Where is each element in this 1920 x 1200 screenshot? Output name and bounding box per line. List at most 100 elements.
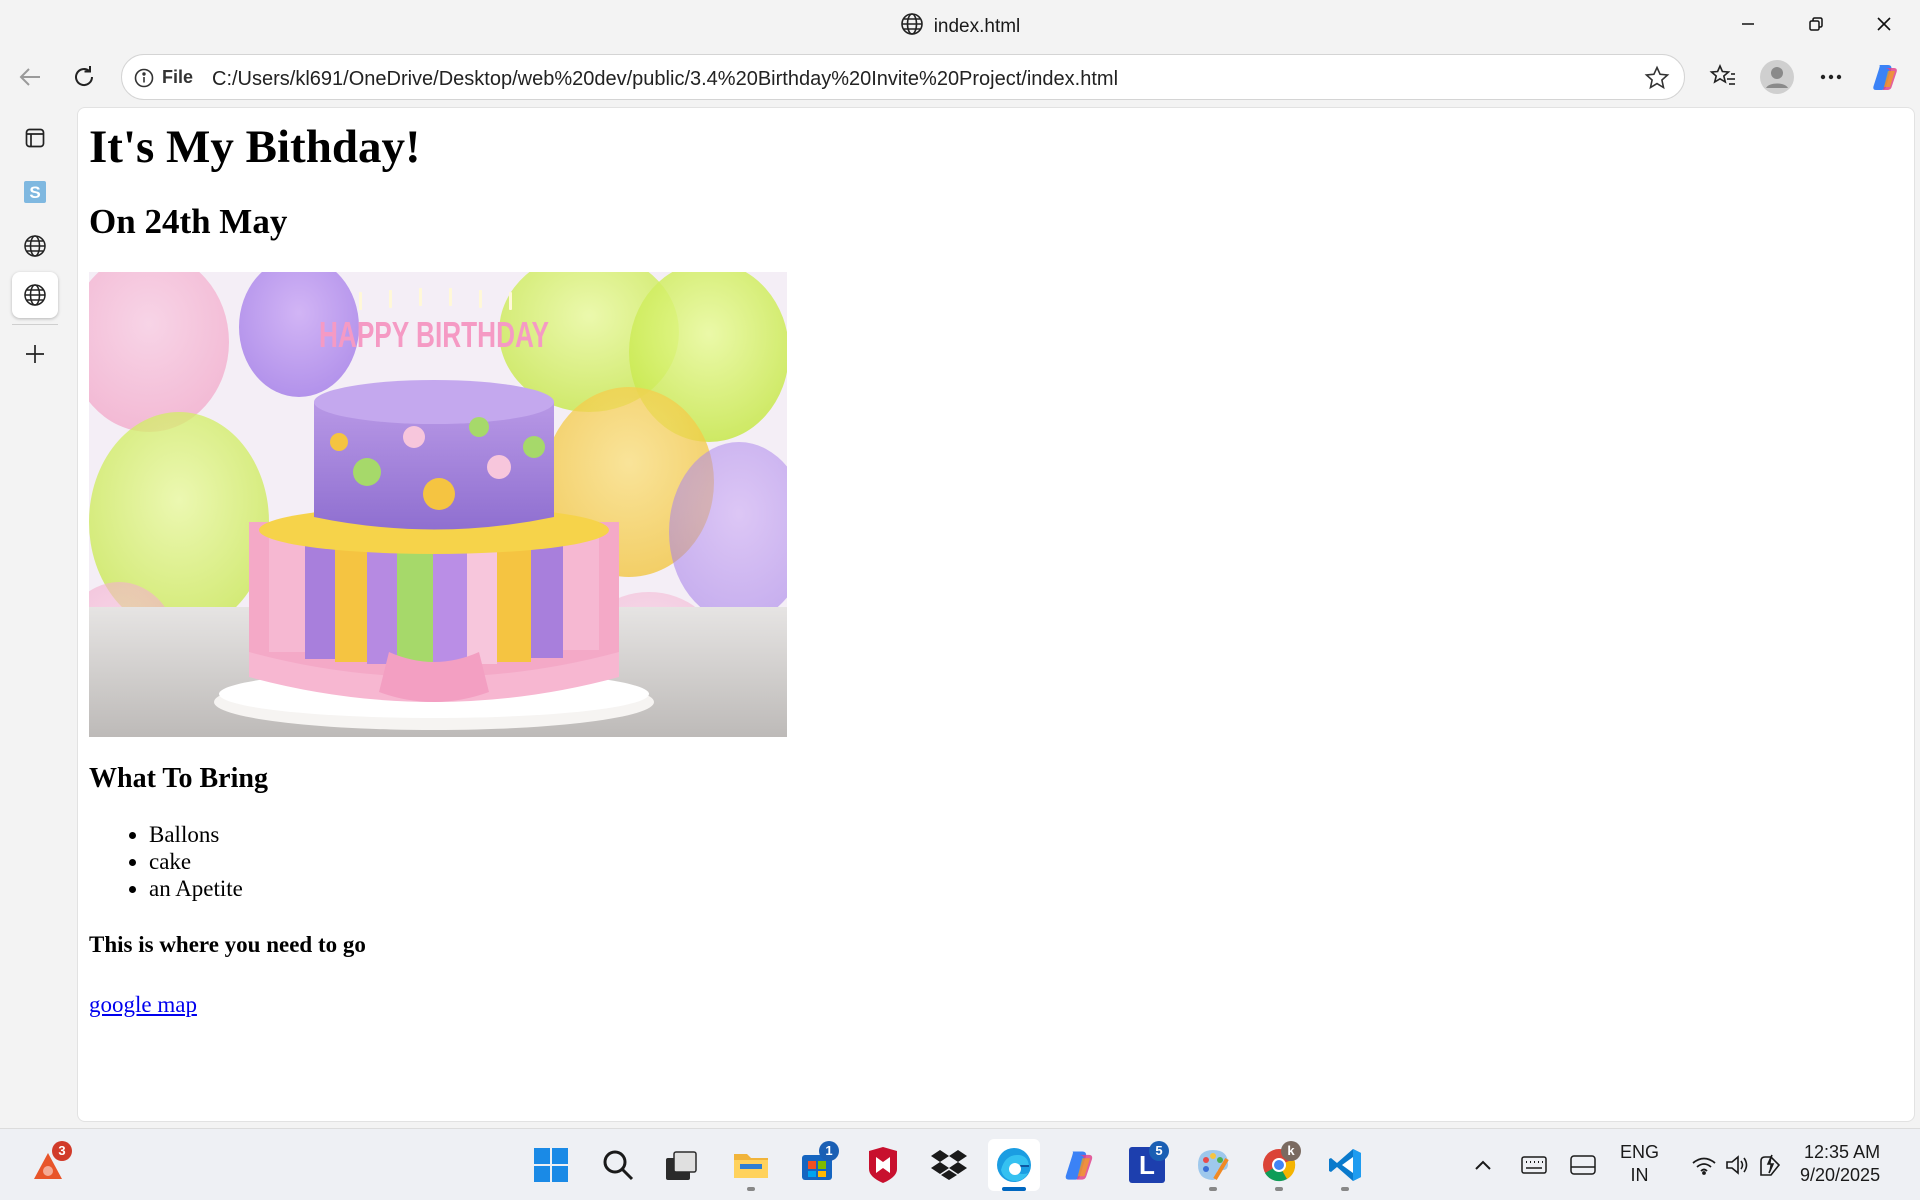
tab-globe-1[interactable] (12, 223, 58, 269)
list-item: cake (149, 848, 1914, 875)
lang-label: ENG (1620, 1142, 1660, 1162)
window-title: index.html (0, 12, 1920, 38)
system-status-cluster[interactable] (1682, 1139, 1792, 1191)
tab-globe-active[interactable] (12, 272, 58, 318)
show-hidden-icons-button[interactable] (1463, 1139, 1503, 1191)
region-label: IN (1630, 1165, 1649, 1185)
search-icon (603, 1150, 634, 1181)
minimize-icon (1742, 23, 1754, 25)
site-info-button[interactable]: File (134, 67, 193, 88)
browser-toolbar: File C:/Users/kl691/OneDrive/Desktop/web… (0, 49, 1920, 105)
mcafee-button[interactable] (857, 1139, 909, 1191)
notification-badge: 3 (52, 1141, 72, 1161)
page-content: It's My Bithday! On 24th May HAPPY BIRTH… (77, 107, 1915, 1122)
dropbox-icon (931, 1150, 967, 1180)
volume-icon (1726, 1155, 1748, 1175)
window-title-text: index.html (933, 16, 1021, 37)
paint-button[interactable] (1187, 1139, 1239, 1191)
google-map-link[interactable]: google map (89, 992, 197, 1018)
copilot-button[interactable] (1866, 59, 1906, 95)
vertical-tabs-sidebar: S (0, 105, 74, 1125)
tab-actions-button[interactable] (12, 115, 58, 161)
store-badge: 1 (819, 1141, 839, 1161)
taskbar: 3 1 L 5 k ENG IN 12:35 AM 9/20/2025 (0, 1128, 1920, 1200)
plus-icon (26, 345, 44, 363)
more-options-button[interactable] (1811, 59, 1851, 95)
birthday-cake-image: HAPPY BIRTHDAY (89, 272, 787, 737)
site-info-label: File (162, 67, 194, 87)
favorite-star-button[interactable] (1644, 65, 1670, 96)
profile-button[interactable] (1757, 59, 1797, 95)
list-item: Ballons (149, 821, 1914, 848)
restore-button[interactable] (1796, 8, 1836, 40)
bring-heading: What To Bring (89, 763, 268, 794)
tab-actions-icon (25, 128, 45, 148)
start-button[interactable] (525, 1139, 577, 1191)
avatar-icon (1760, 60, 1794, 94)
active-indicator (1002, 1187, 1026, 1191)
chevron-up-icon (1475, 1160, 1491, 1170)
title-bar: index.html (0, 0, 1920, 49)
favorites-button[interactable] (1703, 59, 1743, 95)
info-icon (134, 68, 154, 87)
tablet-mode-button[interactable] (1561, 1139, 1605, 1191)
tablet-icon (1570, 1155, 1596, 1175)
copilot-app-button[interactable] (1054, 1139, 1106, 1191)
l-app-button[interactable]: L 5 (1121, 1139, 1173, 1191)
list-item: an Apetite (149, 875, 1914, 902)
close-button[interactable] (1864, 8, 1904, 40)
running-indicator (1341, 1187, 1349, 1191)
svg-text:S: S (29, 183, 40, 202)
globe-icon (24, 284, 46, 306)
windows-icon (534, 1148, 568, 1182)
copilot-icon (1873, 65, 1897, 90)
url-text[interactable]: C:/Users/kl691/OneDrive/Desktop/web%20de… (212, 68, 1118, 91)
running-indicator (747, 1187, 755, 1191)
page-heading: It's My Bithday! (89, 121, 421, 173)
time-label: 12:35 AM (1804, 1142, 1881, 1162)
copilot-icon (1065, 1151, 1093, 1180)
back-button[interactable] (10, 59, 50, 95)
file-explorer-button[interactable] (725, 1139, 777, 1191)
wifi-icon (1692, 1157, 1716, 1175)
chrome-button[interactable]: k (1253, 1139, 1305, 1191)
edge-button[interactable] (988, 1139, 1040, 1191)
folder-icon (734, 1154, 768, 1178)
favorites-list-icon (1709, 63, 1735, 85)
l-app-badge: 5 (1149, 1141, 1169, 1161)
vscode-icon (1329, 1149, 1361, 1181)
cake-topper-text: HAPPY BIRTHDAY (319, 314, 549, 355)
clock[interactable]: 12:35 AM 9/20/2025 (1800, 1141, 1880, 1187)
paint-palette-icon (1198, 1150, 1229, 1181)
event-date: On 24th May (89, 202, 288, 241)
new-tab-button[interactable] (12, 331, 58, 377)
refresh-icon (75, 66, 94, 86)
input-language-indicator[interactable]: ENG IN (1620, 1141, 1659, 1187)
vscode-button[interactable] (1319, 1139, 1371, 1191)
keyboard-icon (1521, 1156, 1547, 1174)
restore-icon (1809, 17, 1823, 31)
star-icon (1644, 65, 1670, 90)
close-icon (1877, 17, 1891, 31)
cake-picture: HAPPY BIRTHDAY (89, 272, 787, 737)
search-button[interactable] (592, 1139, 644, 1191)
mcafee-shield-icon (869, 1147, 897, 1183)
address-bar[interactable]: File C:/Users/kl691/OneDrive/Desktop/web… (121, 54, 1685, 100)
s-site-icon: S (24, 181, 46, 203)
arrow-left-icon (19, 68, 40, 86)
chrome-profile-badge: k (1281, 1141, 1301, 1161)
dropbox-button[interactable] (923, 1139, 975, 1191)
globe-icon (900, 13, 923, 35)
sidebar-divider (12, 324, 58, 325)
refresh-button[interactable] (64, 59, 104, 95)
task-view-button[interactable] (655, 1139, 707, 1191)
microsoft-store-button[interactable]: 1 (791, 1139, 843, 1191)
task-view-icon (666, 1151, 697, 1180)
minimize-button[interactable] (1728, 8, 1768, 40)
running-indicator (1275, 1187, 1283, 1191)
edge-icon (997, 1148, 1031, 1182)
notification-app-button[interactable]: 3 (22, 1139, 74, 1191)
touch-keyboard-button[interactable] (1512, 1139, 1556, 1191)
running-indicator (1209, 1187, 1217, 1191)
tab-s-site[interactable]: S (12, 169, 58, 215)
